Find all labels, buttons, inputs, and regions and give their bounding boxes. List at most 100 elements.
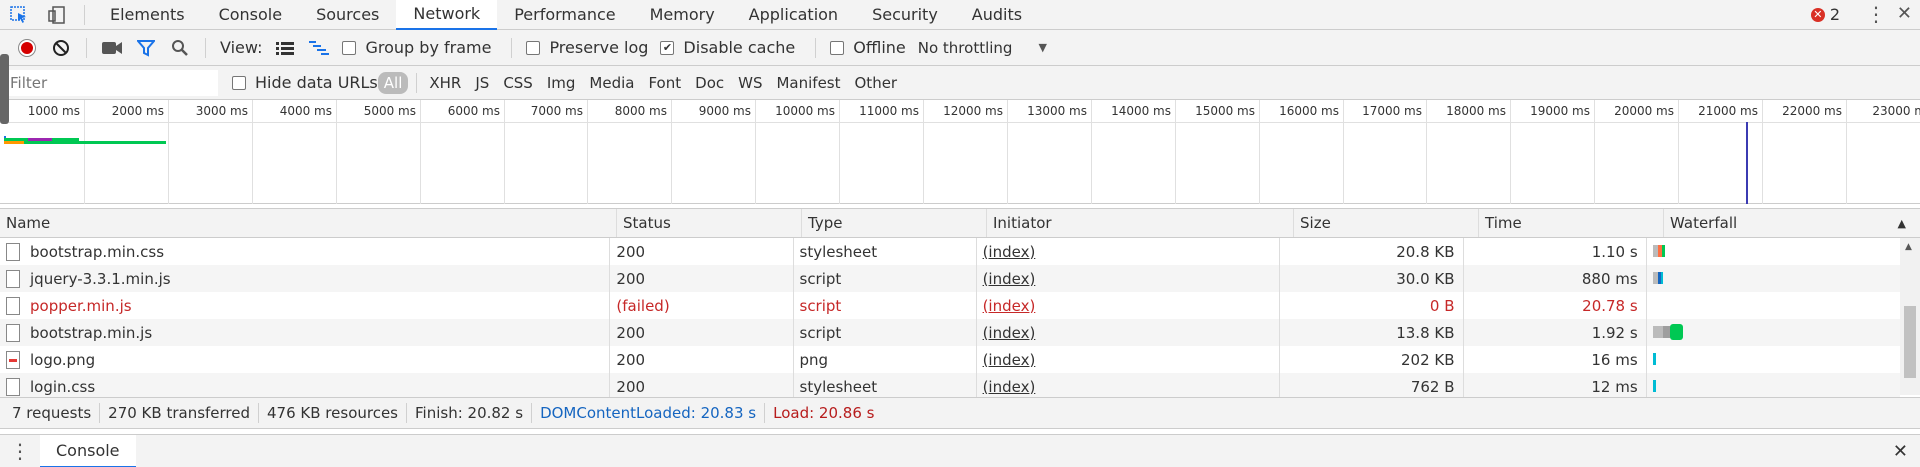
waterfall-download-bar	[1652, 353, 1656, 365]
name-cell: login.css	[0, 373, 611, 400]
tab-application[interactable]: Application	[732, 0, 855, 30]
table-row-failed[interactable]: popper.min.js (failed) script (index) 0 …	[0, 292, 1900, 319]
group-by-frame-label: Group by frame	[365, 38, 492, 57]
drawer-tab-console[interactable]: Console	[40, 434, 136, 467]
waterfall-cell	[1647, 292, 1900, 319]
request-name: jquery-3.3.1.min.js	[30, 269, 171, 288]
type-filter-js[interactable]: JS	[469, 72, 495, 94]
tab-performance[interactable]: Performance	[497, 0, 632, 30]
type-filter-css[interactable]: CSS	[497, 72, 539, 94]
table-row[interactable]: logo.png 200 png (index) 202 KB 16 ms	[0, 346, 1900, 373]
preserve-log-checkbox[interactable]: Preserve log	[526, 38, 648, 57]
size-cell: 30.0 KB	[1280, 265, 1464, 292]
column-header-waterfall[interactable]: Waterfall ▲	[1664, 209, 1920, 237]
type-filter-doc[interactable]: Doc	[689, 72, 730, 94]
table-row[interactable]: bootstrap.min.css 200 stylesheet (index)…	[0, 238, 1900, 265]
waterfall-overview-icon[interactable]	[302, 33, 336, 63]
type-filter-xhr[interactable]: XHR	[423, 72, 467, 94]
type-cell: script	[794, 319, 977, 346]
timeline-tick-label: 3000 ms	[195, 104, 248, 118]
close-drawer-icon[interactable]: ✕	[1893, 441, 1908, 462]
time-cell: 1.92 s	[1464, 319, 1647, 346]
status-cell: (failed)	[610, 292, 794, 319]
close-devtools-icon[interactable]: ✕	[1897, 3, 1912, 25]
large-rows-icon[interactable]	[268, 33, 302, 63]
time-cell: 880 ms	[1464, 265, 1647, 292]
error-count-badge[interactable]: ✕ 2	[1810, 5, 1840, 24]
offline-checkbox[interactable]: Offline	[830, 38, 906, 57]
tab-security[interactable]: Security	[855, 0, 955, 30]
filter-input[interactable]	[4, 69, 218, 96]
initiator-link[interactable]: (index)	[977, 292, 1281, 319]
table-scrollbar[interactable]: ▲	[1900, 238, 1920, 395]
tab-sources[interactable]: Sources	[299, 0, 396, 30]
hide-data-urls-checkbox[interactable]: Hide data URLs	[232, 73, 378, 92]
type-filter-media[interactable]: Media	[583, 72, 640, 94]
checkbox-box	[526, 40, 541, 55]
column-header-name[interactable]: Name	[0, 209, 617, 237]
summary-bar: 7 requests 270 KB transferred 476 KB res…	[0, 397, 1920, 429]
record-icon[interactable]	[10, 33, 44, 63]
column-header-status[interactable]: Status	[617, 209, 802, 237]
column-header-time[interactable]: Time	[1479, 209, 1664, 237]
scroll-up-arrow-icon[interactable]: ▲	[1905, 242, 1912, 252]
view-label: View:	[220, 38, 263, 57]
status-cell: 200	[610, 265, 794, 292]
file-icon	[6, 323, 20, 342]
type-cell: script	[794, 265, 977, 292]
request-name: popper.min.js	[30, 296, 132, 315]
type-filter-other[interactable]: Other	[849, 72, 904, 94]
initiator-link[interactable]: (index)	[977, 373, 1281, 400]
timeline-overview[interactable]: 1000 ms 2000 ms 3000 ms 4000 ms 5000 ms 6000 …	[0, 100, 1920, 204]
waterfall-cell	[1647, 346, 1900, 373]
filter-icon[interactable]	[129, 33, 163, 63]
initiator-link[interactable]: (index)	[977, 238, 1281, 265]
column-header-size[interactable]: Size	[1294, 209, 1479, 237]
status-cell: 200	[610, 373, 794, 400]
tick-baseline	[0, 122, 1920, 123]
disable-cache-checkbox[interactable]: ✔ Disable cache	[660, 38, 795, 57]
initiator-link[interactable]: (index)	[977, 319, 1281, 346]
timeline-tick-label: 22000 ms	[1782, 104, 1842, 118]
tab-audits[interactable]: Audits	[955, 0, 1039, 30]
tab-elements[interactable]: Elements	[93, 0, 202, 30]
table-row[interactable]: jquery-3.3.1.min.js 200 script (index) 3…	[0, 265, 1900, 292]
column-header-type[interactable]: Type	[802, 209, 987, 237]
name-cell: bootstrap.min.js	[0, 319, 611, 346]
name-cell: jquery-3.3.1.min.js	[0, 265, 611, 292]
type-filter-img[interactable]: Img	[541, 72, 582, 94]
timeline-tick-label: 6000 ms	[447, 104, 500, 118]
file-icon	[6, 377, 20, 396]
request-name: logo.png	[30, 350, 96, 369]
scrollbar-thumb[interactable]	[1904, 306, 1916, 378]
divider	[511, 37, 513, 58]
group-by-frame-checkbox[interactable]: Group by frame	[342, 38, 491, 57]
clear-icon[interactable]	[44, 33, 78, 63]
table-row[interactable]: login.css 200 stylesheet (index) 762 B 1…	[0, 373, 1900, 400]
initiator-link[interactable]: (index)	[977, 346, 1281, 373]
screenshot-camera-icon[interactable]	[95, 33, 129, 63]
tab-network[interactable]: Network	[396, 0, 498, 30]
checkbox-box	[342, 40, 357, 55]
tab-console[interactable]: Console	[202, 0, 300, 30]
column-header-initiator[interactable]: Initiator	[987, 209, 1294, 237]
timeline-tick-label: 7000 ms	[530, 104, 583, 118]
type-filter-all[interactable]: All	[377, 71, 409, 94]
type-filter-ws[interactable]: WS	[732, 72, 768, 94]
initiator-link[interactable]: (index)	[977, 265, 1281, 292]
search-icon[interactable]	[163, 33, 197, 63]
device-toolbar-icon[interactable]	[38, 0, 76, 30]
overview-request-bar	[4, 141, 24, 144]
tab-memory[interactable]: Memory	[633, 0, 732, 30]
type-filter-manifest[interactable]: Manifest	[770, 72, 846, 94]
file-icon	[6, 269, 20, 288]
more-options-icon[interactable]: ⋮	[1866, 3, 1886, 25]
panel-resize-handle[interactable]	[0, 54, 9, 124]
drawer-menu-icon[interactable]: ⋮	[0, 439, 40, 463]
throttling-select[interactable]: No throttling ▼	[918, 39, 1047, 57]
status-cell: 200	[610, 238, 794, 265]
load-time: Load: 20.86 s	[773, 404, 875, 422]
type-filter-font[interactable]: Font	[642, 72, 687, 94]
table-row[interactable]: bootstrap.min.js 200 script (index) 13.8…	[0, 319, 1900, 346]
inspect-element-icon[interactable]	[0, 0, 38, 30]
